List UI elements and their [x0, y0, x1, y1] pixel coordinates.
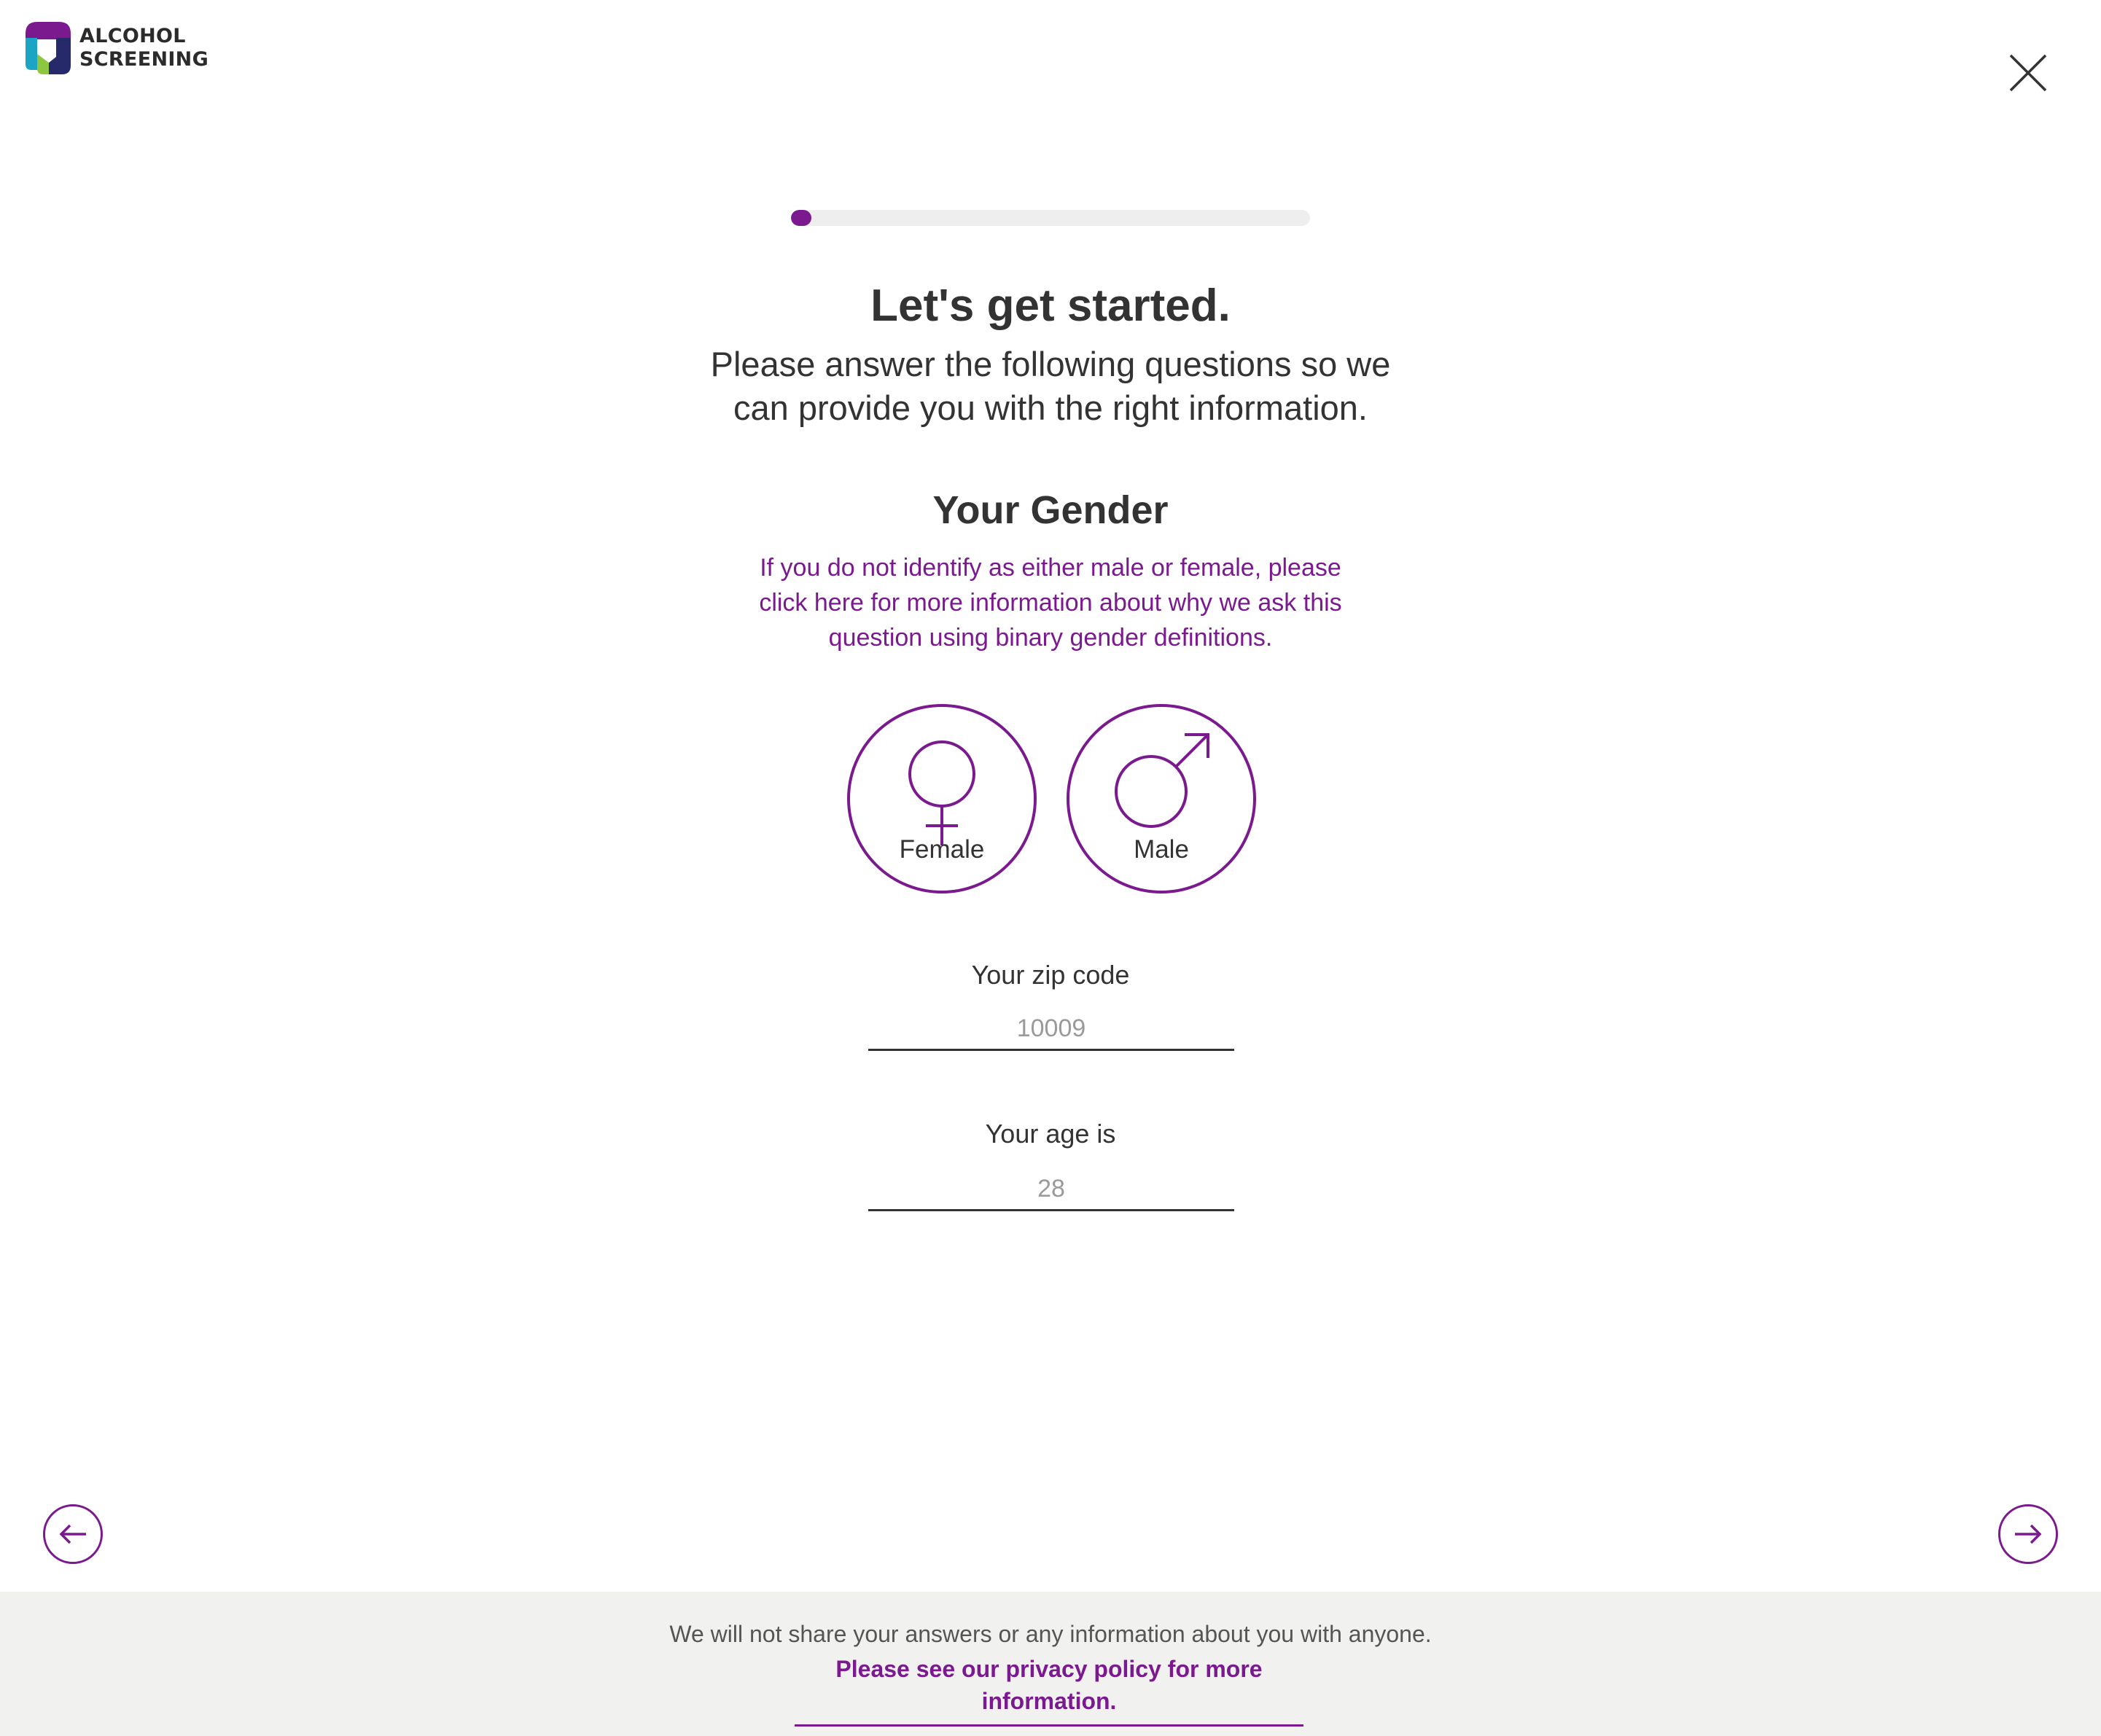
- logo-mark-icon: [26, 22, 71, 74]
- gender-option-label: Male: [1134, 835, 1189, 864]
- privacy-notice: We will not share your answers or any in…: [669, 1621, 1432, 1647]
- page-title: Let's get started.: [870, 281, 1231, 331]
- privacy-policy-link[interactable]: Please see our privacy policy for more i…: [795, 1653, 1303, 1727]
- zip-code-input[interactable]: [868, 1009, 1234, 1051]
- page-subtitle: Please answer the following questions so…: [710, 345, 1391, 427]
- arrow-right-icon: [2015, 1524, 2042, 1544]
- logo-text-line2: SCREENING: [79, 48, 209, 71]
- age-label: Your age is: [985, 1119, 1116, 1149]
- app-logo: ALCOHOL SCREENING: [26, 22, 208, 74]
- arrow-left-icon: [59, 1524, 86, 1544]
- progress-bar-fill: [791, 210, 812, 226]
- logo-text: ALCOHOL SCREENING: [79, 25, 208, 71]
- close-icon: [2009, 54, 2047, 92]
- gender-heading: Your Gender: [932, 488, 1169, 532]
- gender-info-link[interactable]: If you do not identify as either male or…: [741, 550, 1360, 655]
- gender-option-label: Female: [899, 835, 985, 864]
- gender-option-male[interactable]: Male: [1067, 704, 1256, 894]
- close-button[interactable]: [2006, 51, 2050, 95]
- zip-code-label: Your zip code: [971, 960, 1130, 990]
- gender-option-female[interactable]: Female: [847, 704, 1037, 894]
- back-button[interactable]: [43, 1504, 103, 1564]
- progress-bar: [791, 210, 1310, 226]
- logo-text-line1: ALCOHOL: [79, 25, 186, 47]
- footer: We will not share your answers or any in…: [0, 1592, 2101, 1736]
- age-input[interactable]: [868, 1169, 1234, 1211]
- next-button[interactable]: [1998, 1504, 2058, 1564]
